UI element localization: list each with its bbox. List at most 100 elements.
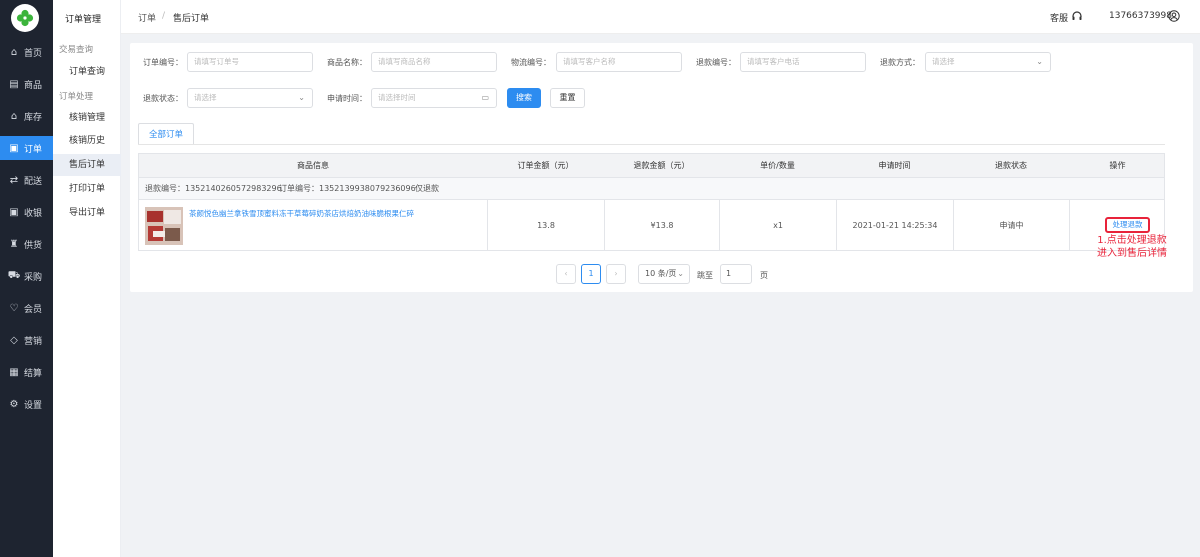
cart-icon: ⛟ [7, 269, 21, 281]
warehouse-icon: ⌂ [10, 110, 18, 122]
app-logo[interactable] [11, 4, 39, 32]
col-refund-status: 退款状态 [995, 161, 1027, 170]
apply-time-label: 申请时间： [327, 94, 367, 103]
page-size-select[interactable]: 10 条/页 ⌄ [638, 264, 690, 284]
submenu-item-print-order[interactable]: 打印订单 [53, 178, 121, 200]
nav-label: 收银 [24, 208, 43, 219]
nav-supply[interactable]: ♜ 供货 [0, 232, 53, 256]
nav-label: 供货 [24, 240, 43, 251]
order-icon: ▣ [9, 142, 19, 154]
nav-label: 订单 [24, 144, 43, 155]
clover-logo-icon [16, 9, 34, 27]
apply-time-cell: 2021-01-21 14:25:34 [836, 200, 953, 251]
nav-label: 会员 [24, 304, 43, 315]
nav-goods[interactable]: ▤ 商品 [0, 72, 53, 96]
nav-member[interactable]: ♡ 会员 [0, 296, 53, 320]
service-link[interactable]: 客服 [1050, 11, 1068, 24]
nav-label: 设置 [24, 400, 43, 411]
product-cell: 茶颜悦色幽兰拿铁雪顶蜜料冻干草莓碎奶茶店烘焙奶油味脆根果仁碎 [139, 200, 487, 251]
nav-orders[interactable]: ▣ 订单 [0, 136, 53, 160]
breadcrumb-separator: / [162, 11, 166, 21]
select-placeholder: 请选择 [932, 57, 955, 66]
submenu-item-verify-history[interactable]: 核销历史 [53, 130, 121, 152]
cashier-icon: ▣ [9, 206, 19, 218]
refund-number: 退款编号：1352140260572983296 [145, 184, 282, 193]
main-sidebar: ⌂ 首页 ▤ 商品 ⌂ 库存 ▣ 订单 ⇄ 配送 ▣ 收银 ♜ 供货 ⛟ 采购 ♡ 会员 ◇ 营销 … [0, 0, 53, 557]
nav-home[interactable]: ⌂ 首页 [0, 40, 53, 64]
top-bar: 订单 / 售后订单 客服 13766373998 [121, 0, 1200, 34]
table-header: 商品信息 订单金额（元） 退款金额（元） 单价/数量 申请时间 退款状态 操作 [139, 154, 1164, 178]
product-title-link[interactable]: 茶颜悦色幽兰拿铁雪顶蜜料冻干草莓碎奶茶店烘焙奶油味脆根果仁碎 [189, 208, 414, 220]
col-action: 操作 [1109, 161, 1126, 170]
next-page-button[interactable]: › [606, 264, 626, 284]
delivery-icon: ⇄ [9, 174, 19, 186]
qty-cell: x1 [719, 200, 836, 251]
select-placeholder: 请选择 [194, 93, 217, 102]
page-1-button[interactable]: 1 [581, 264, 601, 284]
chevron-down-icon: ⌄ [298, 93, 305, 102]
nav-cashier[interactable]: ▣ 收银 [0, 200, 53, 224]
submenu-group-process: 订单处理 [59, 92, 94, 102]
tab-all-orders[interactable]: 全部订单 [138, 123, 194, 145]
reset-button[interactable]: 重置 [550, 88, 585, 108]
submenu-title: 订单管理 [65, 15, 102, 25]
process-refund-button[interactable]: 处理退款 [1105, 217, 1150, 233]
refund-status-select[interactable]: 请选择 ⌄ [187, 88, 313, 108]
logistics-no-label: 物流编号： [511, 58, 551, 67]
refund-method-label: 退款方式： [880, 58, 920, 67]
nav-purchase[interactable]: ⛟ 采购 [0, 264, 53, 288]
member-icon: ♡ [9, 302, 19, 314]
user-phone[interactable]: 13766373998 [1109, 11, 1172, 21]
submenu-item-after-sale[interactable]: 售后订单 [53, 154, 121, 176]
date-placeholder: 请选择时间 [378, 93, 416, 102]
refund-status-label: 退款状态： [143, 94, 183, 103]
headset-icon[interactable] [1071, 10, 1083, 25]
order-number: 订单编号：1352139938079236096 [279, 184, 416, 193]
calendar-icon: ▭ [481, 93, 489, 102]
nav-label: 库存 [24, 112, 43, 123]
nav-label: 首页 [24, 48, 43, 59]
submenu-item-order-query[interactable]: 订单查询 [53, 61, 121, 83]
status-cell: 申请中 [953, 200, 1069, 251]
sub-sidebar: 订单管理 交易查询 订单查询 订单处理 核销管理 核销历史 售后订单 打印订单 … [53, 0, 121, 557]
goto-page-input[interactable]: 1 [720, 264, 752, 284]
col-order-amount: 订单金额（元） [517, 161, 574, 170]
search-button[interactable]: 搜索 [507, 88, 541, 108]
nav-label: 商品 [24, 80, 43, 91]
refund-type: 仅退款 [415, 184, 439, 193]
product-name-input[interactable]: 请填写商品名称 [371, 52, 497, 72]
nav-stock[interactable]: ⌂ 库存 [0, 104, 53, 128]
annotation-note: 1.点击处理退款 进入到售后详情 [1091, 234, 1173, 260]
annotation-line-1: 1.点击处理退款 [1097, 235, 1167, 246]
tag-icon: ◇ [10, 334, 18, 346]
product-name-label: 商品名称： [327, 58, 367, 67]
submenu-item-verify-manage[interactable]: 核销管理 [53, 107, 121, 129]
col-refund-amount: 退款金额（元） [633, 161, 690, 170]
logistics-no-input[interactable]: 请填写客户名称 [556, 52, 682, 72]
refund-method-select[interactable]: 请选择 ⌄ [925, 52, 1051, 72]
submenu-item-export-order[interactable]: 导出订单 [53, 202, 121, 224]
nav-label: 营销 [24, 336, 43, 347]
tab-divider [138, 144, 1165, 145]
refund-no-input[interactable]: 请填写客户电话 [740, 52, 866, 72]
nav-settlement[interactable]: ▦ 结算 [0, 360, 53, 384]
breadcrumb-root[interactable]: 订单 [138, 11, 156, 24]
order-no-input[interactable]: 请填写订单号 [187, 52, 313, 72]
refund-amount-cell: ¥13.8 [604, 200, 719, 251]
goods-icon: ▤ [9, 78, 19, 90]
home-icon: ⌂ [10, 46, 18, 58]
product-thumbnail [145, 207, 183, 245]
col-product-info: 商品信息 [297, 161, 329, 170]
supply-icon: ♜ [9, 238, 19, 250]
gear-icon: ⚙ [9, 398, 19, 410]
col-unit-qty: 单价/数量 [760, 161, 795, 170]
nav-delivery[interactable]: ⇄ 配送 [0, 168, 53, 192]
apply-time-picker[interactable]: 请选择时间 ▭ [371, 88, 497, 108]
nav-settings[interactable]: ⚙ 设置 [0, 392, 53, 416]
prev-page-button[interactable]: ‹ [556, 264, 576, 284]
user-avatar-icon[interactable] [1168, 10, 1180, 25]
nav-label: 结算 [24, 368, 43, 379]
page-size-value: 10 条/页 [645, 269, 677, 278]
settlement-icon: ▦ [9, 366, 19, 378]
nav-marketing[interactable]: ◇ 营销 [0, 328, 53, 352]
